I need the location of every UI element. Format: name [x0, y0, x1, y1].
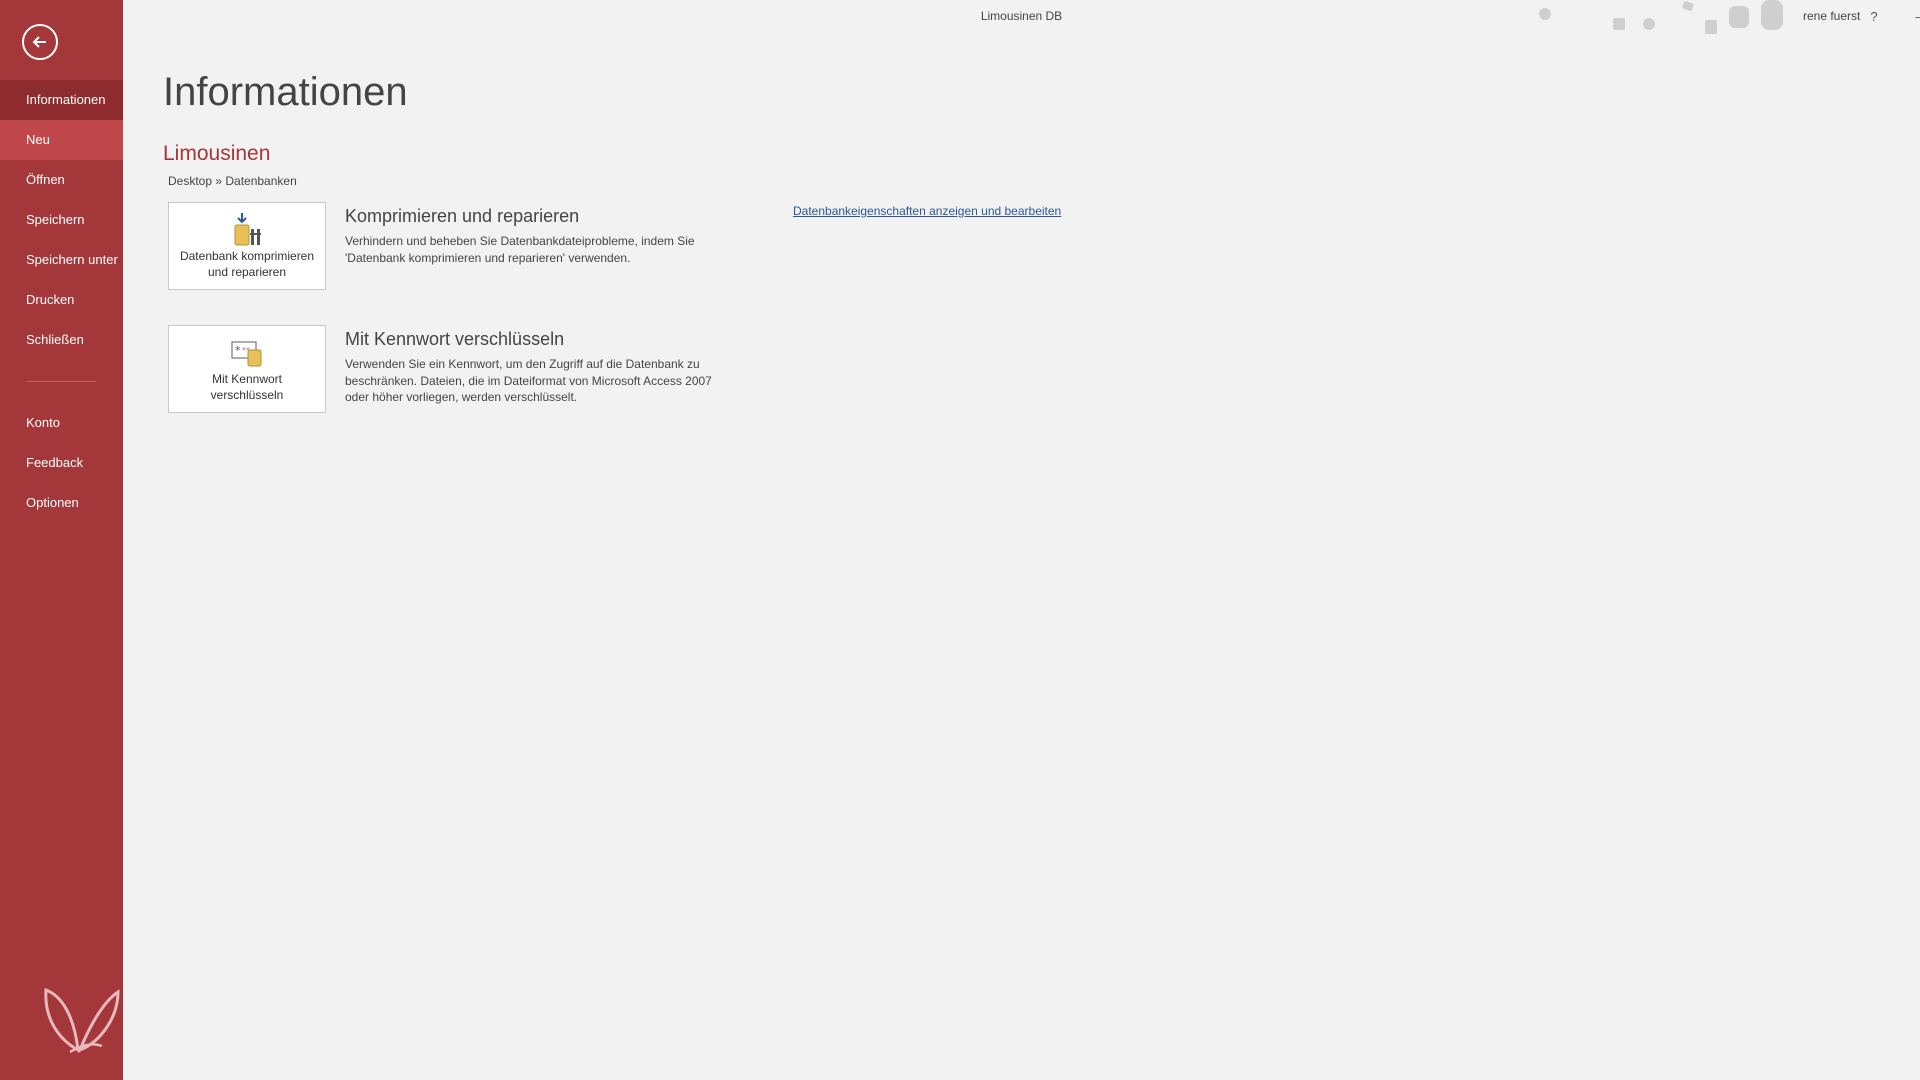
back-arrow-icon — [32, 36, 46, 48]
doodle-pattern-icon — [1539, 0, 1783, 34]
nav-item-drucken[interactable]: Drucken — [0, 280, 123, 320]
compact-repair-description: Verhindern und beheben Sie Datenbankdate… — [345, 234, 695, 265]
account-name[interactable]: rene fuerst — [1803, 9, 1860, 23]
nav-item-oeffnen[interactable]: Öffnen — [0, 160, 123, 200]
compact-repair-label-line1: Datenbank komprimieren — [179, 249, 315, 263]
help-button[interactable]: ? — [1860, 3, 1888, 29]
encrypt-password-heading: Mit Kennwort verschlüsseln — [345, 329, 565, 349]
nav-item-schliessen[interactable]: Schließen — [0, 320, 123, 360]
encrypt-password-label: Mit Kennwort verschlüsseln — [211, 371, 284, 403]
compact-repair-button[interactable]: Datenbank komprimieren und reparieren — [168, 202, 326, 290]
nav-item-speichern-unter[interactable]: Speichern unter — [0, 240, 123, 280]
nav-item-neu[interactable]: Neu — [0, 120, 123, 160]
minimize-button[interactable]: – — [1905, 3, 1920, 29]
nav-item-speichern[interactable]: Speichern — [0, 200, 123, 240]
database-properties-link[interactable]: Datenbankeigenschaften anzeigen und bear… — [793, 204, 1061, 218]
backstage-nav: Informationen Neu Öffnen Speichern Speic… — [0, 80, 123, 523]
encrypt-password-button[interactable]: * ** Mit Kennwort verschlüsseln — [168, 325, 326, 413]
encrypt-password-description: Verwenden Sie ein Kennwort, um den Zugri… — [345, 357, 712, 404]
database-name: Limousinen — [163, 142, 271, 165]
nav-item-informationen[interactable]: Informationen — [0, 80, 123, 120]
back-button[interactable] — [22, 24, 58, 60]
compact-repair-label-line2: und reparieren — [207, 265, 287, 279]
compact-repair-label: Datenbank komprimieren und reparieren — [180, 248, 314, 280]
encrypt-password-icon: * ** — [231, 336, 263, 370]
compact-repair-icon — [232, 213, 262, 247]
page-title: Informationen — [163, 70, 408, 114]
database-path: Desktop » Datenbanken — [168, 174, 297, 188]
encrypt-password-label-line2: verschlüsseln — [210, 388, 284, 402]
nav-divider — [26, 381, 96, 382]
nav-item-optionen[interactable]: Optionen — [0, 483, 123, 523]
backstage-sidebar: Informationen Neu Öffnen Speichern Speic… — [0, 0, 123, 1080]
butterfly-logo-icon — [44, 987, 120, 1054]
title-bar: Limousinen DB rene fuerst ? – ❐ ✕ — [123, 0, 1920, 34]
encrypt-password-label-line1: Mit Kennwort — [211, 372, 282, 386]
svg-text:*: * — [235, 344, 241, 357]
compact-repair-heading: Komprimieren und reparieren — [345, 206, 580, 226]
nav-item-konto[interactable]: Konto — [0, 403, 123, 443]
nav-item-feedback[interactable]: Feedback — [0, 443, 123, 483]
